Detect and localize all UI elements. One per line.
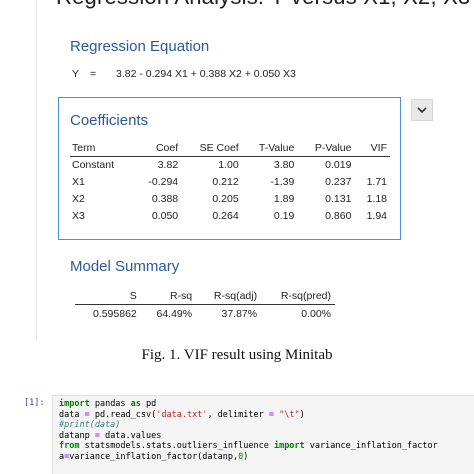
table-cell: 1.89 [273,193,295,205]
column-header: Term [70,141,134,157]
table-cell: 1.00 [218,159,239,171]
coefficients-table: Term Coef SE Coef T-Value P-Value VIF Co… [70,141,390,225]
table-cell: 0.860 [325,210,352,222]
code-line: a=variance_inflation_factor(datanp,0) [59,451,249,462]
coefficients-heading: Coefficients [70,112,149,129]
figure-caption: Fig. 1. VIF result using Minitab [141,347,333,363]
column-header: R-sq [140,289,197,305]
table-cell: X1 [72,176,85,188]
code-line: import pandas as pd [59,399,157,409]
column-header: R-sq(adj) [196,289,262,305]
column-header: P-Value [297,141,355,157]
model-summary-table: S R-sq R-sq(adj) R-sq(pred) 0.595862 64.… [75,289,335,323]
code-line: datanp = data.values [59,430,162,441]
column-header: R-sq(pred) [261,289,335,305]
table-row: X3 0.050 0.264 0.19 0.860 1.94 [70,208,390,225]
table-row: X2 0.388 0.205 1.89 0.131 1.18 [70,191,390,208]
chevron-down-icon [417,106,427,113]
table-cell: -1.39 [270,176,295,188]
column-header: S [75,289,141,305]
table-header-row: Term Coef SE Coef T-Value P-Value VIF [70,141,390,157]
table-header-row: S R-sq R-sq(adj) R-sq(pred) [75,289,335,305]
column-header: Coef [133,141,182,157]
table-cell: 3.80 [273,159,295,171]
table-row: X1 -0.294 0.212 -1.39 0.237 1.71 [70,174,390,191]
table-cell: 0.00% [301,308,331,320]
window-title: Regression Analysis: Y versus X1, X2, X3 [56,0,470,10]
code-line: from statsmodels.stats.outliers_influenc… [59,441,438,452]
regression-equation-heading: Regression Equation [70,38,210,55]
table-cell: 1.18 [366,193,387,205]
table-row: 0.595862 64.49% 37.87% 0.00% [75,305,335,324]
column-header: VIF [354,141,390,157]
table-cell: 0.388 [151,193,179,205]
regression-equation: Y = 3.82 - 0.294 X1 + 0.388 X2 + 0.050 X3 [72,68,296,80]
table-cell: 0.19 [273,210,295,222]
column-header: SE Coef [181,141,242,157]
table-cell: 0.205 [212,193,239,205]
equation-equals: = [90,68,97,80]
table-cell: 1.94 [366,210,387,222]
code-line: #print(data) [59,420,121,431]
table-cell: 0.131 [325,193,352,205]
code-editor[interactable]: import pandas as pd data = pd.read_csv('… [52,395,474,474]
table-cell: Constant [72,159,115,171]
table-cell: 3.82 [157,159,179,171]
table-cell: 64.49% [156,308,193,320]
table-cell: X3 [72,210,85,222]
code-line: data = pd.read_csv('data.txt', delimiter… [59,409,305,420]
cell-prompt: [1]: [24,398,45,408]
expand-button[interactable] [411,99,433,121]
table-cell: 1.71 [366,176,387,188]
minitab-output-panel: Regression Analysis: Y versus X1, X2, X3… [0,0,474,340]
table-cell: 0.595862 [92,308,137,320]
table-cell: 0.237 [325,176,352,188]
table-cell: 0.019 [325,159,352,171]
model-summary-heading: Model Summary [70,258,180,275]
table-cell: 0.212 [212,176,239,188]
table-row: Constant 3.82 1.00 3.80 0.019 [70,157,390,175]
table-cell: 37.87% [221,308,258,320]
table-cell: X2 [72,193,85,205]
column-header: T-Value [241,141,298,157]
equation-lhs: Y [72,68,80,80]
table-cell [354,157,390,175]
table-cell: 0.264 [212,210,239,222]
panel-divider [36,0,37,340]
equation-rhs: 3.82 - 0.294 X1 + 0.388 X2 + 0.050 X3 [116,68,296,80]
notebook-cell: [1]: import pandas as pd data = pd.read_… [0,385,474,474]
table-cell: -0.294 [148,176,179,188]
table-cell: 0.050 [151,210,179,222]
